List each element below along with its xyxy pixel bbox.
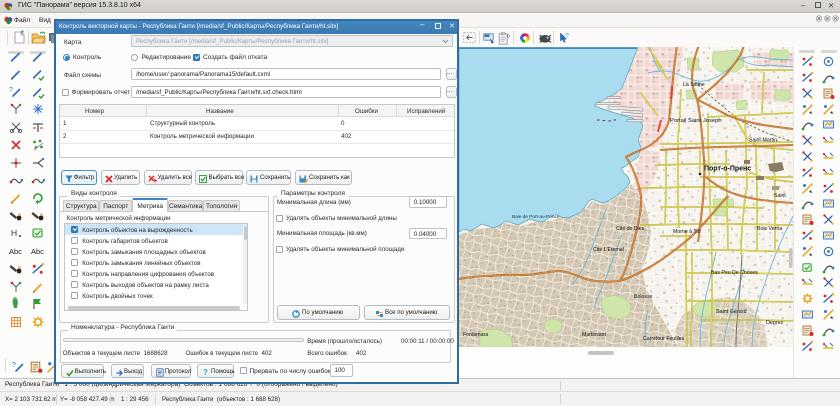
svg-text:Martissant: Martissant	[582, 332, 606, 338]
svg-text:0: 0	[507, 33, 510, 38]
svg-text:Portail Saint Joseph: Portail Saint Joseph	[670, 118, 722, 124]
svg-text:Bas Peu De Choses: Bas Peu De Choses	[711, 270, 758, 276]
svg-text:Порт-о-Пренс: Порт-о-Пренс	[704, 166, 751, 173]
svg-text:Fontamara: Fontamara	[463, 332, 488, 338]
svg-text:Deprez: Deprez	[766, 320, 784, 326]
svg-text:Saint: Saint	[774, 193, 786, 199]
svg-text:Cité de Dieu: Cité de Dieu	[616, 226, 645, 232]
svg-text:Bois Verna: Bois Verna	[757, 226, 782, 232]
svg-text:Baie de Port-au-Prince: Baie de Port-au-Prince	[512, 214, 560, 219]
svg-text:Carrefour Feuilles: Carrefour Feuilles	[643, 336, 685, 342]
svg-text:Bolosse: Bolosse	[634, 294, 653, 300]
svg-text:Saint-Martin: Saint-Martin	[749, 138, 777, 144]
svg-text:Cité L'Eternel: Cité L'Eternel	[593, 247, 624, 253]
svg-text:La Saline: La Saline	[683, 82, 705, 88]
svg-text:Saint Gérard: Saint Gérard	[716, 309, 747, 315]
svg-text:?: ?	[565, 32, 569, 39]
svg-text:Morne à Tuf: Morne à Tuf	[673, 229, 701, 235]
